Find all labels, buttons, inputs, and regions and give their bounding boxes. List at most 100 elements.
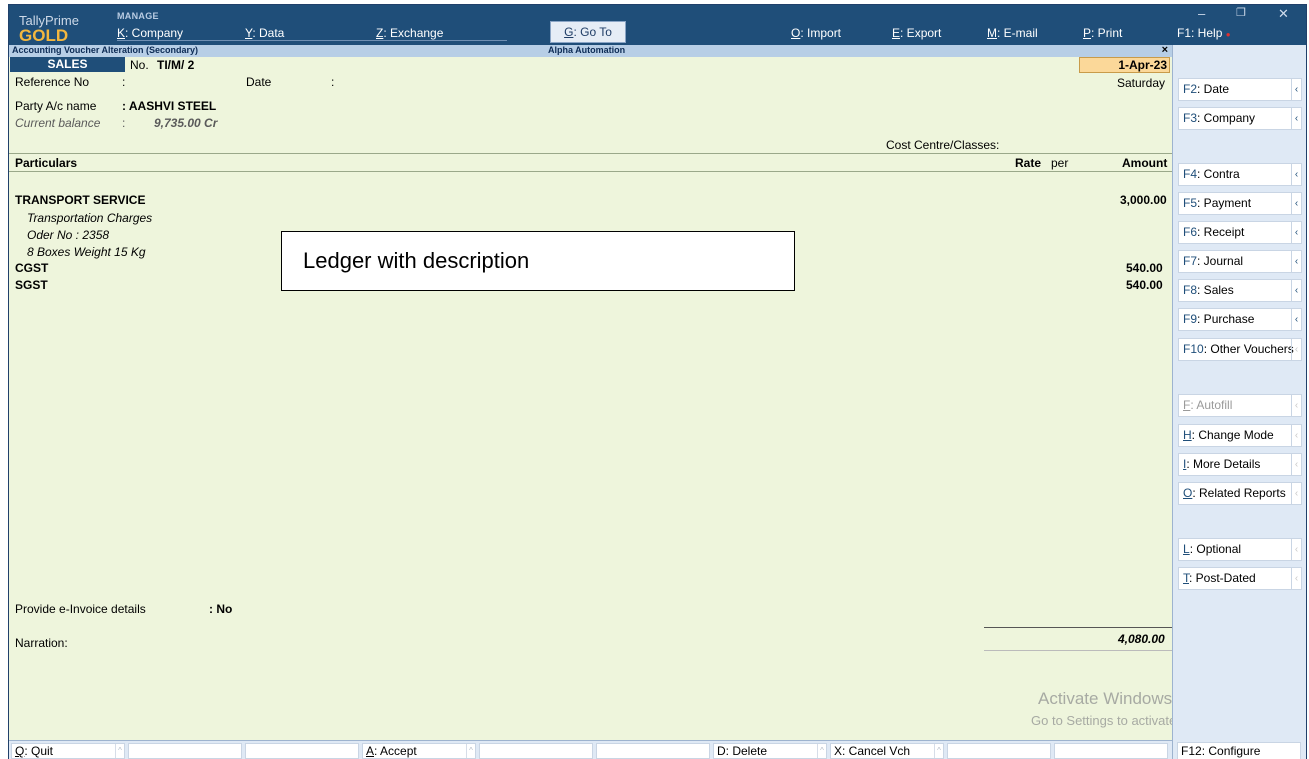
f6-receipt-button[interactable]: F6: Receipt ‹ (1178, 221, 1302, 244)
f9-purchase-button[interactable]: F9: Purchase ‹ (1178, 308, 1302, 331)
col-per: per (1051, 156, 1069, 170)
reference-label: Reference No (15, 75, 90, 89)
f4-contra-button[interactable]: F4: Contra ‹ (1178, 163, 1302, 186)
menu-company[interactable]: K: Company (117, 26, 183, 40)
chevron-left-icon: ‹ (1291, 193, 1301, 214)
ledger-description[interactable]: 8 Boxes Weight 15 Kg (27, 245, 146, 259)
empty-button (1054, 743, 1168, 759)
date-field[interactable]: : (331, 75, 334, 89)
balance-value: 9,735.00 Cr (154, 116, 218, 130)
chevron-icon: ^ (115, 744, 124, 758)
ledger-row[interactable]: SGST (15, 278, 48, 292)
edition-label: GOLD (19, 26, 69, 45)
empty-button (128, 743, 242, 759)
party-label: Party A/c name (15, 99, 97, 113)
ledger-amount[interactable]: 3,000.00 (1120, 193, 1167, 207)
voucher-no-value[interactable]: TI/M/ 2 (157, 58, 194, 72)
ledger-row[interactable]: TRANSPORT SERVICE (15, 193, 145, 207)
narration-label: Narration: (15, 636, 68, 650)
empty-button (947, 743, 1051, 759)
company-name: Alpha Automation (548, 45, 626, 55)
cost-centre-label: Cost Centre/Classes: (886, 138, 1000, 152)
menu-print[interactable]: P: Print (1083, 26, 1122, 40)
total-underline (984, 650, 1172, 651)
button-panel: F2: Date ‹ F3: Company ‹ F4: Contra ‹ F5: P… (1172, 45, 1306, 759)
post-dated-button[interactable]: T: Post-Dated ‹ (1178, 567, 1302, 590)
chevron-left-icon: ‹ (1291, 425, 1301, 446)
chevron-left-icon: ‹ (1291, 309, 1301, 330)
chevron-left-icon: ‹ (1291, 568, 1301, 589)
total-line (984, 627, 1172, 628)
optional-button[interactable]: L: Optional ‹ (1178, 538, 1302, 561)
einvoice-value[interactable]: : No (209, 602, 232, 616)
reference-field[interactable]: : (122, 75, 125, 89)
balance-colon: : (122, 116, 126, 130)
col-rate: Rate (1015, 156, 1042, 170)
voucher-day: Saturday (1117, 76, 1166, 90)
screen-title: Accounting Voucher Alteration (Secondary… (12, 45, 199, 55)
menu-data[interactable]: Y: Data (245, 26, 284, 40)
menu-email[interactable]: M: E-mail (987, 26, 1038, 40)
chevron-left-icon: ‹ (1291, 251, 1301, 272)
col-particulars: Particulars (15, 156, 78, 170)
autofill-button[interactable]: F: Autofill ‹ (1178, 394, 1302, 417)
chevron-left-icon: ‹ (1291, 108, 1301, 129)
chevron-icon: ^ (934, 744, 943, 758)
quit-button[interactable]: Q: Quit ^ (11, 743, 125, 759)
f5-payment-button[interactable]: F5: Payment ‹ (1178, 192, 1302, 215)
change-mode-button[interactable]: H: Change Mode ‹ (1178, 424, 1302, 447)
f2-date-button[interactable]: F2: Date ‹ (1178, 78, 1302, 101)
ledger-amount[interactable]: 540.00 (1126, 261, 1163, 275)
tally-window: TallyPrime GOLD MANAGE K: Company Y: Dat… (8, 4, 1307, 759)
balance-label: Current balance (15, 116, 101, 130)
related-reports-button[interactable]: O: Related Reports ‹ (1178, 482, 1302, 505)
more-details-button[interactable]: I: More Details ‹ (1178, 453, 1302, 476)
minimize-icon[interactable]: – (1198, 6, 1205, 21)
menu-help[interactable]: F1: Help ● (1177, 26, 1231, 40)
chevron-left-icon: ‹ (1291, 164, 1301, 185)
empty-button (479, 743, 593, 759)
manage-label: MANAGE (117, 11, 159, 21)
menu-export[interactable]: E: Export (892, 26, 941, 40)
delete-button[interactable]: D: Delete ^ (713, 743, 827, 759)
chevron-left-icon: ‹ (1291, 539, 1301, 560)
chevron-left-icon: ‹ (1291, 280, 1301, 301)
menu-exchange[interactable]: Z: Exchange (376, 26, 443, 40)
chevron-left-icon: ‹ (1291, 339, 1301, 360)
screen-header: Accounting Voucher Alteration (Secondary… (9, 44, 1172, 57)
voucher-date[interactable]: 1-Apr-23 (1079, 57, 1170, 73)
divider (9, 171, 1172, 172)
voucher-no-label: No. (130, 58, 149, 72)
menu-import[interactable]: O: Import (791, 26, 841, 40)
f12-configure-button[interactable]: F12: Configure (1177, 742, 1301, 759)
chevron-icon: ^ (817, 744, 826, 758)
manage-underline (117, 40, 507, 41)
date-label: Date (246, 75, 272, 89)
close-icon[interactable]: ✕ (1278, 6, 1289, 22)
screen-close-icon[interactable]: × (1162, 44, 1168, 56)
top-menu-bar: TallyPrime GOLD MANAGE K: Company Y: Dat… (9, 5, 1306, 45)
f7-journal-button[interactable]: F7: Journal ‹ (1178, 250, 1302, 273)
ledger-amount[interactable]: 540.00 (1126, 278, 1163, 292)
goto-button[interactable]: G: Go To (550, 21, 626, 43)
accept-button[interactable]: A: Accept ^ (362, 743, 476, 759)
party-field[interactable]: : AASHVI STEEL (122, 99, 216, 113)
help-dot-icon: ● (1225, 30, 1231, 39)
f8-sales-button[interactable]: F8: Sales ‹ (1178, 279, 1302, 302)
chevron-left-icon: ‹ (1291, 222, 1301, 243)
restore-icon[interactable]: ❐ (1236, 6, 1246, 19)
col-amount: Amount (1122, 156, 1168, 170)
divider (9, 153, 1172, 154)
ledger-row[interactable]: CGST (15, 261, 48, 275)
ledger-description[interactable]: Oder No : 2358 (27, 228, 109, 242)
cancel-voucher-button[interactable]: X: Cancel Vch ^ (830, 743, 944, 759)
ledger-description[interactable]: Transportation Charges (27, 211, 152, 225)
voucher-type-badge: SALES (10, 57, 125, 72)
einvoice-label: Provide e-Invoice details (15, 602, 146, 616)
chevron-left-icon: ‹ (1291, 454, 1301, 475)
f3-company-button[interactable]: F3: Company ‹ (1178, 107, 1302, 130)
window-controls: – ❐ ✕ (1176, 5, 1306, 23)
chevron-icon: ^ (466, 744, 475, 758)
chevron-left-icon: ‹ (1291, 395, 1301, 416)
f10-other-vouchers-button[interactable]: F10: Other Vouchers ‹ (1178, 338, 1302, 361)
